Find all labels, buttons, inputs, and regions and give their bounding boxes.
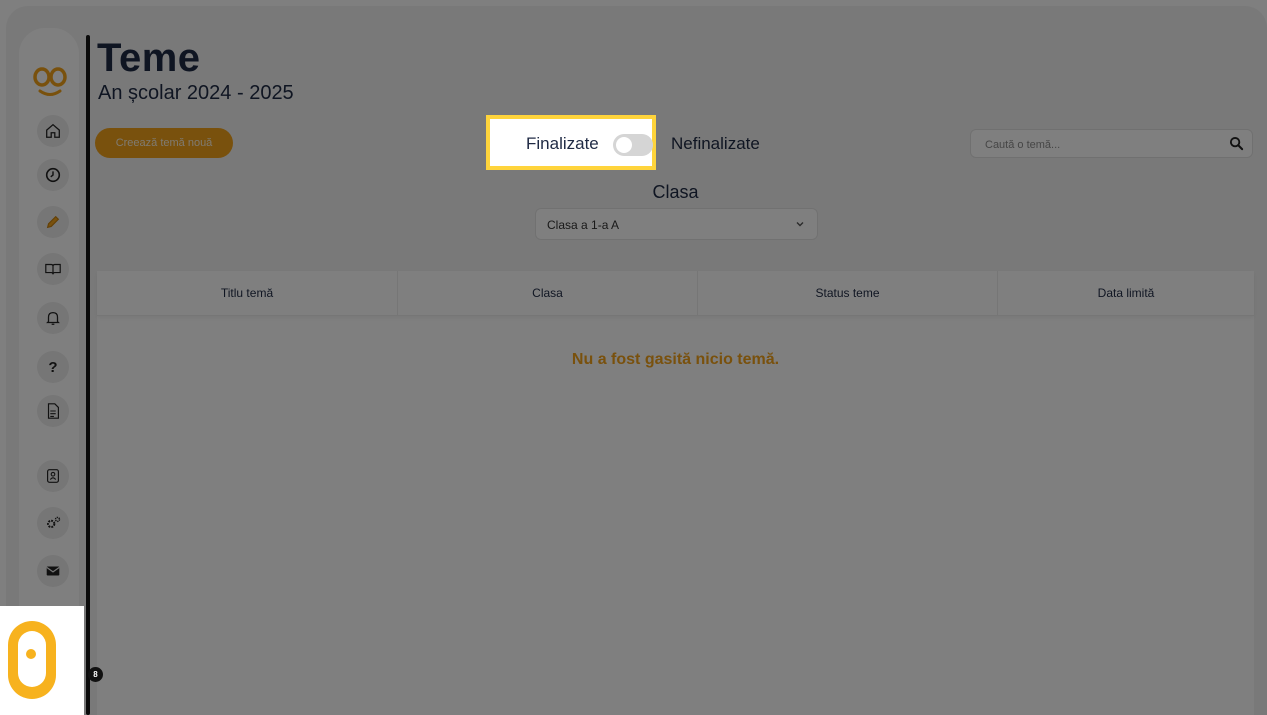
school-year: An școlar 2024 - 2025 — [98, 82, 294, 104]
launcher-dot — [26, 649, 36, 659]
sidebar-item-settings[interactable] — [37, 507, 69, 539]
sidebar-item-homework[interactable] — [37, 206, 69, 238]
document-icon — [47, 403, 59, 419]
logo-icon — [33, 67, 67, 96]
column-header-class[interactable]: Clasa — [398, 271, 698, 315]
settings-gears-icon — [47, 516, 61, 529]
assistant-launcher-icon — [8, 621, 56, 699]
sidebar-item-messages[interactable] — [37, 555, 69, 587]
class-filter-label: Clasa — [652, 182, 699, 202]
sidebar-item-help[interactable]: ? — [37, 351, 69, 383]
chevron-down-icon — [796, 222, 804, 227]
empty-state-message: Nu a fost gasită nicio temă. — [571, 351, 780, 368]
highlight-label-finalized: Finalizate — [526, 134, 599, 153]
pencil-icon — [46, 215, 60, 229]
help-icon: ? — [48, 358, 58, 376]
highlight-toggle-switch[interactable] — [613, 134, 653, 156]
search-input[interactable] — [983, 135, 1217, 155]
mail-icon — [46, 566, 60, 576]
toggle-label-unfinalized: Nefinalizate — [671, 134, 760, 153]
sidebar-scrollbar[interactable] — [86, 35, 90, 715]
book-icon — [45, 263, 61, 275]
tour-highlight: Finalizate — [486, 115, 656, 170]
class-select-value: Clasa a 1-a A — [547, 218, 620, 232]
app-logo[interactable] — [31, 63, 69, 101]
column-header-title[interactable]: Titlu temă — [97, 271, 398, 315]
homework-table: Titlu temă Clasa Status teme Data limită… — [97, 271, 1254, 715]
step-count-badge: 8 — [88, 667, 103, 682]
sidebar-item-notifications[interactable] — [37, 302, 69, 334]
page-title: Teme — [97, 36, 201, 80]
bell-icon — [46, 311, 60, 325]
assistant-launcher[interactable] — [0, 606, 84, 715]
table-header: Titlu temă Clasa Status teme Data limită — [97, 271, 1254, 316]
contact-card-icon — [47, 469, 59, 483]
sidebar-item-home[interactable] — [37, 115, 69, 147]
column-header-status[interactable]: Status teme — [698, 271, 998, 315]
sidebar-item-lessons[interactable] — [37, 253, 69, 285]
search-icon[interactable] — [1229, 136, 1244, 151]
sidebar-item-contacts[interactable] — [37, 460, 69, 492]
search-box — [970, 129, 1253, 158]
column-header-deadline[interactable]: Data limită — [998, 271, 1254, 315]
create-homework-button[interactable]: Creează temă nouă — [95, 128, 233, 158]
home-icon — [46, 123, 60, 138]
sidebar-item-documents[interactable] — [37, 395, 69, 427]
launcher-inner — [18, 631, 46, 687]
class-select[interactable]: Clasa a 1-a A — [535, 208, 818, 240]
highlight-toggle-knob — [616, 137, 632, 153]
